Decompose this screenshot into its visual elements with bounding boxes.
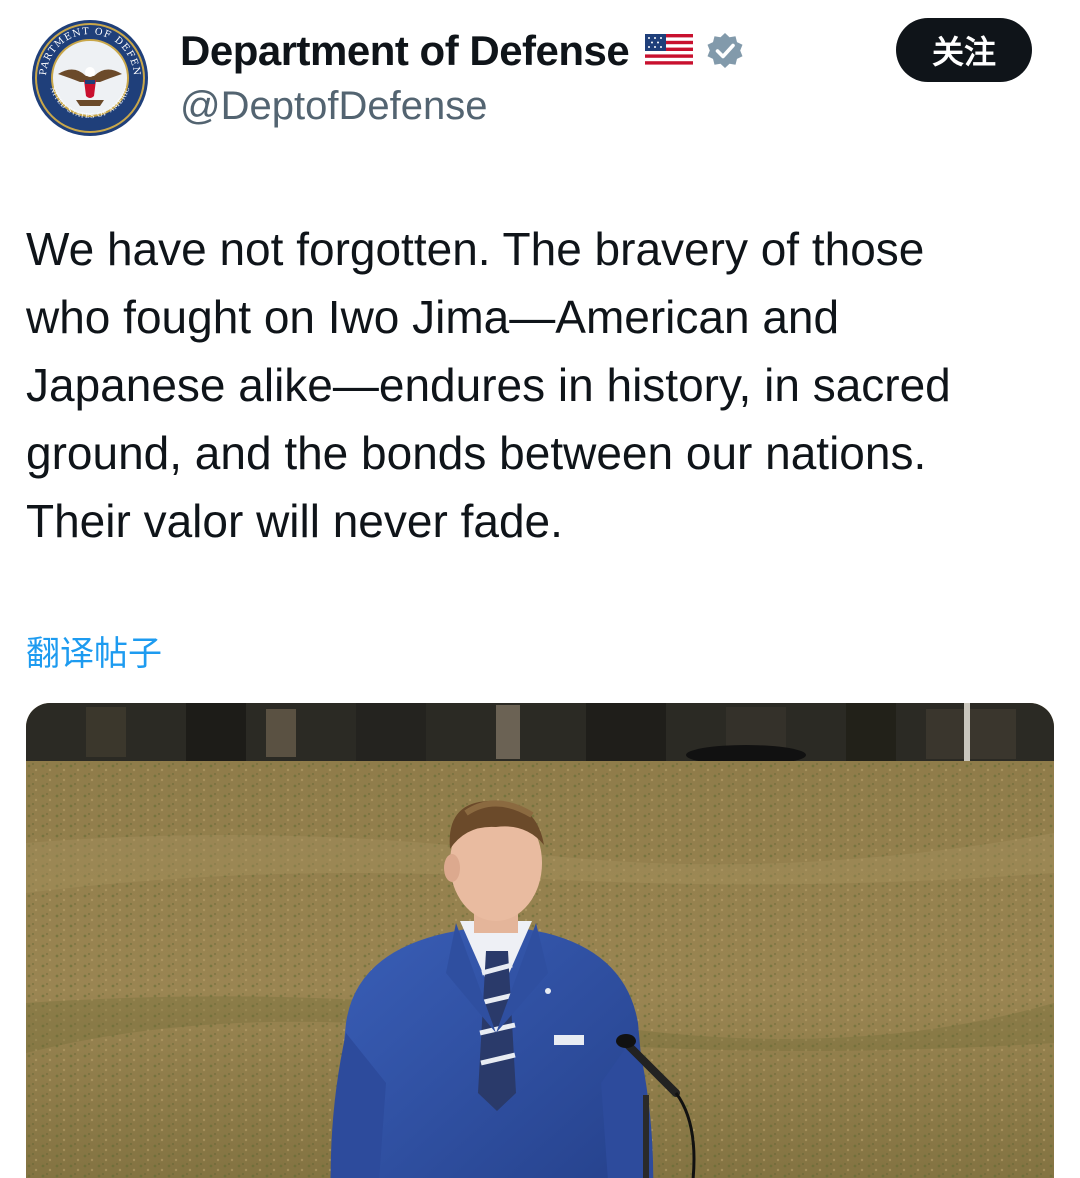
tweet-text-line: We have not forgotten. The bravery of th… bbox=[26, 223, 925, 275]
account-name-row[interactable]: Department of Defense bbox=[180, 26, 745, 76]
translate-post-link[interactable]: 翻译帖子 bbox=[26, 626, 162, 675]
tweet-text-line: Their valor will never fade. bbox=[26, 495, 563, 547]
display-name[interactable]: Department of Defense bbox=[180, 27, 630, 75]
account-handle[interactable]: @DeptofDefense bbox=[180, 84, 487, 129]
tweet-page: DEPARTMENT OF DEFENSE UNITED STATES OF A… bbox=[0, 0, 1080, 1178]
tweet-media-photo[interactable] bbox=[26, 703, 1054, 1178]
seal-icon: DEPARTMENT OF DEFENSE UNITED STATES OF A… bbox=[28, 16, 151, 139]
verified-badge-icon[interactable] bbox=[705, 31, 745, 71]
tweet-text-line: who fought on Iwo Jima—American and bbox=[26, 291, 840, 343]
avatar[interactable]: DEPARTMENT OF DEFENSE UNITED STATES OF A… bbox=[28, 16, 152, 140]
speaker-photo-illustration bbox=[26, 703, 1054, 1178]
tweet-text-line: Japanese alike—endures in history, in sa… bbox=[26, 359, 951, 411]
tweet-text-line: ground, and the bonds between our nation… bbox=[26, 427, 927, 479]
us-flag-icon bbox=[645, 34, 694, 68]
tweet-text: We have not forgotten. The bravery of th… bbox=[26, 215, 1046, 555]
follow-button[interactable]: 关注 bbox=[896, 18, 1032, 82]
